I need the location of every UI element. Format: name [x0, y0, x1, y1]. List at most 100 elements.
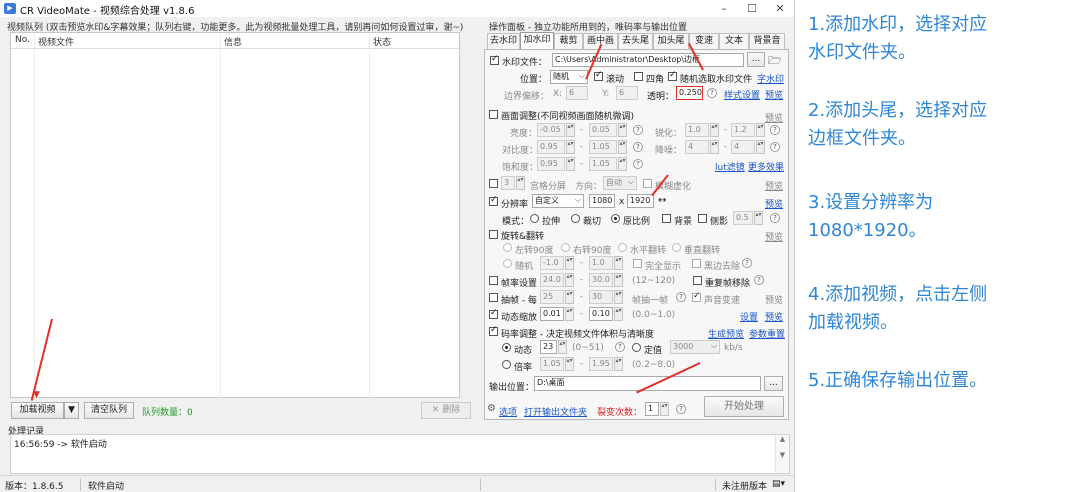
zoom-max-spinner[interactable]: ▴▾ — [614, 307, 623, 321]
dynamic-bitrate-radio[interactable] — [502, 343, 511, 352]
denoise-min-spinner[interactable]: ▴▾ — [710, 140, 719, 154]
saturation-max-spinner[interactable]: ▴▾ — [618, 157, 627, 171]
style-settings-link[interactable]: 样式设置 — [724, 88, 760, 101]
add-video-button[interactable]: 加载视频 — [11, 402, 64, 419]
bitrate-checkbox[interactable] — [489, 325, 498, 336]
scroll-checkbox[interactable] — [594, 70, 603, 81]
dynamic-bitrate-spinner[interactable]: ▴▾ — [558, 340, 567, 354]
framerate-max-spinner[interactable]: ▴▾ — [614, 273, 623, 287]
split-count-input[interactable]: 3 — [501, 176, 515, 190]
help-icon[interactable]: ? — [754, 275, 764, 285]
minimize-button[interactable]: – — [710, 1, 738, 16]
tab-bgm[interactable]: 背景音 — [749, 33, 785, 49]
help-icon[interactable]: ? — [633, 159, 643, 169]
framerate-max-input[interactable]: 30.0 — [589, 273, 613, 287]
help-icon[interactable]: ? — [615, 342, 625, 352]
open-output-folder-link[interactable]: 打开输出文件夹 — [524, 405, 587, 418]
denoise-max-spinner[interactable]: ▴▾ — [756, 140, 765, 154]
help-icon[interactable]: ? — [676, 292, 686, 302]
help-icon[interactable]: ? — [676, 404, 686, 414]
side-shadow-checkbox[interactable] — [698, 214, 707, 223]
reset-params-link[interactable]: 参数重置 — [749, 327, 785, 340]
watermark-preview-link[interactable]: 预览 — [765, 88, 783, 101]
side-shadow-input[interactable]: 0.5 — [733, 211, 753, 225]
sharpen-min-spinner[interactable]: ▴▾ — [710, 123, 719, 137]
video-queue-list[interactable]: No. 视频文件 信息 状态 — [10, 32, 460, 399]
random-watermark-checkbox[interactable] — [668, 70, 677, 81]
column-info[interactable]: 信息 — [224, 35, 242, 48]
copies-spinner[interactable]: ▴▾ — [660, 402, 669, 416]
frame-drop-a-input[interactable]: 25 — [540, 290, 564, 304]
split-count-spinner[interactable]: ▴▾ — [516, 176, 525, 190]
dedupe-checkbox[interactable] — [693, 276, 702, 285]
help-icon[interactable]: ? — [633, 125, 643, 135]
tab-add-head-tail[interactable]: 加头尾 — [653, 33, 689, 49]
direction-select[interactable]: 自动 — [603, 176, 637, 190]
gear-icon[interactable]: ⚙ — [487, 403, 496, 414]
vflip-radio[interactable] — [672, 243, 681, 252]
tab-text[interactable]: 文本 — [719, 33, 749, 49]
column-status[interactable]: 状态 — [373, 35, 391, 48]
watermark-browse-button[interactable]: ... — [747, 52, 765, 67]
resolution-mode-select[interactable]: 自定义 — [532, 194, 584, 208]
options-link[interactable]: 选项 — [499, 405, 517, 418]
stretch-radio[interactable] — [530, 214, 539, 223]
drop-preview-link[interactable]: 预览 — [765, 293, 783, 306]
multiple-bitrate-radio[interactable] — [502, 360, 511, 369]
dynamic-bitrate-input[interactable]: 23 — [540, 340, 557, 354]
framerate-checkbox[interactable] — [489, 276, 498, 285]
zoom-min-spinner[interactable]: ▴▾ — [565, 307, 574, 321]
multiple-max-spinner[interactable]: ▴▾ — [614, 357, 623, 371]
saturation-min-input[interactable]: 0.95 — [537, 157, 565, 171]
maximize-button[interactable]: ☐ — [738, 1, 766, 16]
contrast-min-input[interactable]: 0.95 — [537, 140, 565, 154]
adjust-preview-link[interactable]: 预览 — [765, 111, 783, 124]
rotate-max-spinner[interactable]: ▴▾ — [614, 256, 623, 270]
offset-x-input[interactable]: 6 — [566, 86, 588, 100]
folder-open-icon[interactable]: 🗁 — [768, 52, 782, 71]
help-icon[interactable]: ? — [770, 213, 780, 223]
multiple-max-input[interactable]: 1.95 — [589, 357, 613, 371]
zoom-max-input[interactable]: 0.10 — [589, 307, 613, 321]
output-path-input[interactable]: D:\桌面 — [534, 376, 761, 391]
frame-drop-a-spinner[interactable]: ▴▾ — [565, 290, 574, 304]
watermark-path-input[interactable]: C:\Users\Administrator\Desktop\边框 — [552, 53, 744, 67]
position-select[interactable]: 随机 — [550, 70, 588, 84]
contrast-min-spinner[interactable]: ▴▾ — [566, 140, 575, 154]
help-icon[interactable]: ? — [707, 88, 717, 98]
column-no[interactable]: No. — [15, 35, 30, 45]
brightness-min-spinner[interactable]: ▴▾ — [566, 123, 575, 137]
clear-queue-button[interactable]: 清空队列 — [84, 402, 134, 419]
rotate-max-input[interactable]: 1.0 — [589, 256, 613, 270]
help-icon[interactable]: ? — [633, 142, 643, 152]
tab-crop[interactable]: 裁剪 — [554, 33, 583, 49]
brightness-max-input[interactable]: 0.05 — [589, 123, 617, 137]
opacity-input[interactable]: 0.250 — [676, 86, 703, 100]
rotate-preview-link[interactable]: 预览 — [765, 230, 783, 243]
crop-radio[interactable] — [571, 214, 580, 223]
close-button[interactable]: ✕ — [766, 1, 794, 16]
log-scrollbar[interactable]: ▲ ▼ — [775, 435, 789, 473]
log-box[interactable]: 16:56:59 -> 软件启动 ▲ ▼ — [10, 434, 790, 474]
zoom-settings-link[interactable]: 设置 — [740, 310, 758, 323]
swap-icon[interactable]: ↔ — [658, 195, 666, 206]
menu-icon[interactable]: ▤▾ — [772, 479, 785, 489]
full-display-checkbox[interactable] — [633, 259, 642, 268]
picture-adjust-checkbox[interactable] — [489, 110, 498, 119]
ratio-radio[interactable] — [611, 214, 620, 223]
blur-checkbox[interactable] — [643, 179, 652, 188]
brightness-min-input[interactable]: -0.05 — [537, 123, 565, 137]
frame-drop-b-spinner[interactable]: ▴▾ — [614, 290, 623, 304]
column-file[interactable]: 视频文件 — [38, 35, 74, 48]
contrast-max-spinner[interactable]: ▴▾ — [618, 140, 627, 154]
text-watermark-link[interactable]: 字水印 — [757, 72, 784, 85]
zoom-min-input[interactable]: 0.01 — [540, 307, 564, 321]
contrast-max-input[interactable]: 1.05 — [589, 140, 617, 154]
tab-speed[interactable]: 变速 — [689, 33, 719, 49]
rotate-right-radio[interactable] — [561, 243, 570, 252]
random-rotate-radio[interactable] — [503, 259, 512, 268]
resolution-height-input[interactable]: 1920 — [627, 194, 654, 208]
sharpen-max-input[interactable]: 1.2 — [731, 123, 755, 137]
frame-drop-checkbox[interactable] — [489, 293, 498, 302]
black-border-checkbox[interactable] — [692, 259, 701, 268]
